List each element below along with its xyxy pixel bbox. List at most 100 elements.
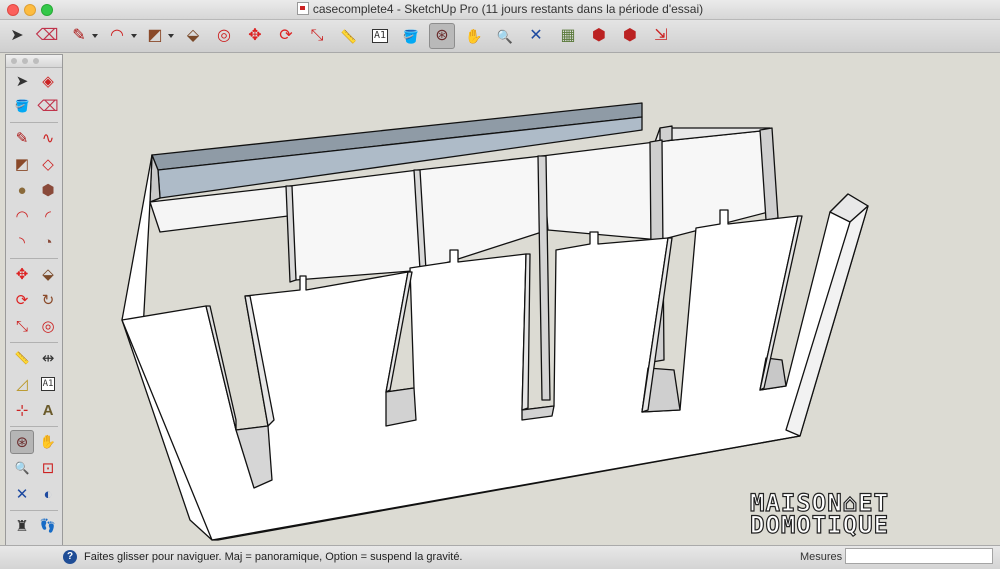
modeling-viewport[interactable]: MAISON⌂ET DOMOTIQUE	[64, 53, 1000, 545]
palette-rotated-rectangle-button[interactable]: ◇	[36, 152, 60, 176]
palette-freehand-button[interactable]: ∿	[36, 126, 60, 150]
palette-walk-button[interactable]: 👣	[36, 514, 60, 538]
palette-select-button[interactable]: ➤	[10, 69, 34, 93]
logo-line-2: DOMOTIQUE	[749, 511, 890, 539]
pencil-dropdown-arrow[interactable]	[92, 34, 98, 38]
palette-paint-bucket-button[interactable]: 🪣	[10, 94, 34, 118]
palette-rotate-button[interactable]: ⟳	[10, 288, 34, 312]
palette-zoom-window-button[interactable]: ⊡	[36, 456, 60, 480]
arc-dropdown-arrow[interactable]	[131, 34, 137, 38]
status-hint: Faites glisser pour naviguer. Maj = pano…	[84, 551, 463, 563]
palette-pan-button[interactable]: ✋	[36, 430, 60, 454]
palette-push-pull-button[interactable]: ⬙	[36, 262, 60, 286]
toolbar-pencil-button[interactable]: ✎	[66, 23, 92, 49]
palette-protractor-button[interactable]: ◿	[10, 372, 34, 396]
palette-axes-button[interactable]: ⊹	[10, 398, 34, 422]
rotate-icon: ⟳	[279, 27, 293, 44]
palette-text-button[interactable]: A1	[36, 372, 60, 396]
palette-two-point-arc-button[interactable]: ◜	[36, 204, 60, 228]
zoom-window-icon: ⊡	[41, 460, 55, 477]
palette-pie-button[interactable]: ◔	[36, 230, 60, 254]
palette-zoom-button[interactable]	[33, 58, 39, 64]
text-icon: A1	[371, 29, 389, 43]
palette-tape-measure-button[interactable]: 📏	[10, 346, 34, 370]
toolbar-geo-location-button[interactable]: ▦	[555, 23, 581, 49]
palette-follow-me-button[interactable]: ↻	[36, 288, 60, 312]
palette-move-button[interactable]: ✥	[10, 262, 34, 286]
tape-measure-icon: 📏	[340, 28, 358, 44]
palette-offset-button[interactable]: ◎	[36, 314, 60, 338]
toolbar-rectangle-button[interactable]: ◩	[142, 23, 168, 49]
palette-polygon-button[interactable]: ⬢	[36, 178, 60, 202]
zoom-icon: 🔍	[14, 461, 30, 475]
palette-separator	[10, 342, 58, 343]
push-pull-icon: ⬙	[186, 27, 200, 44]
minimize-window-button[interactable]	[24, 4, 36, 16]
palette-close-button[interactable]	[11, 58, 17, 64]
scale-icon: ⤡	[310, 27, 324, 44]
palette-circle-button[interactable]: ●	[10, 178, 34, 202]
palette-position-camera-button[interactable]: ♜	[10, 514, 34, 538]
paint-bucket-icon: 🪣	[14, 99, 30, 113]
toolbar-arc-button[interactable]: ◠	[104, 23, 130, 49]
offset-icon: ◎	[41, 318, 55, 335]
freehand-icon: ∿	[41, 130, 55, 147]
close-window-button[interactable]	[7, 4, 19, 16]
palette-separator	[10, 122, 58, 123]
toolbar-eraser-button[interactable]: ⌫	[34, 23, 60, 49]
back-divider	[541, 141, 661, 241]
toolbar-orbit-button[interactable]: ⊛	[429, 23, 455, 49]
maison-et-domotique-logo: MAISON⌂ET DOMOTIQUE	[749, 490, 960, 539]
toolbar-pan-button[interactable]: ✋	[461, 23, 487, 49]
palette-separator	[10, 258, 58, 259]
palette-orbit-button[interactable]: ⊛	[10, 430, 34, 454]
toolbar-3d-warehouse-button[interactable]: ⬢	[586, 23, 612, 49]
rectangle-dropdown-arrow[interactable]	[168, 34, 174, 38]
toolbar-paint-bucket-button[interactable]: 🪣	[398, 23, 424, 49]
palette-previous-view-button[interactable]: ◐	[36, 482, 60, 506]
rectangle-icon: ◩	[147, 27, 163, 44]
3d-model-drawing	[121, 102, 869, 541]
measurements-label: Mesures	[800, 551, 843, 563]
palette-title-bar[interactable]	[6, 55, 62, 68]
rectangle-icon: ◩	[14, 156, 30, 173]
toolbar-move-button[interactable]: ✥	[242, 23, 268, 49]
toolbar-select-button[interactable]: ➤	[4, 23, 30, 49]
maximize-window-button[interactable]	[41, 4, 53, 16]
toolbar-offset-button[interactable]: ◎	[211, 23, 237, 49]
help-icon[interactable]: ?	[63, 550, 77, 564]
palette-eraser-button[interactable]: ⌫	[36, 94, 60, 118]
toolbar-tape-measure-button[interactable]: 📏	[336, 23, 362, 49]
pencil-icon: ✎	[72, 27, 86, 44]
palette-rectangle-button[interactable]: ◩	[10, 152, 34, 176]
palette-arc-button[interactable]: ◠	[10, 204, 34, 228]
palette-zoom-button[interactable]: 🔍	[10, 456, 34, 480]
toolbar-zoom-extents-button[interactable]: ✕	[523, 23, 549, 49]
orbit-icon: ⊛	[15, 434, 29, 451]
toolbar-share-model-button[interactable]: ⬢	[617, 23, 643, 49]
toolbar-zoom-button[interactable]: 🔍	[492, 23, 518, 49]
toolbar-push-pull-button[interactable]: ⬙	[180, 23, 206, 49]
palette-zoom-extents-button[interactable]: ✕	[10, 482, 34, 506]
palette-make-component-button[interactable]: ◈	[36, 69, 60, 93]
protractor-icon: ◿	[16, 376, 28, 393]
slot-bottom	[385, 387, 417, 427]
measurements-input[interactable]	[845, 548, 993, 564]
toolbar-text-button[interactable]: A1	[367, 23, 393, 49]
palette-scale-button[interactable]: ⤡	[10, 314, 34, 338]
toolbar-scale-button[interactable]: ⤡	[304, 23, 330, 49]
toolbar-rotate-button[interactable]: ⟳	[273, 23, 299, 49]
3d-text-icon: A	[42, 401, 54, 419]
palette-minimize-button[interactable]	[22, 58, 28, 64]
pan-icon: ✋	[465, 28, 483, 44]
palette-line-button[interactable]: ✎	[10, 126, 34, 150]
back-divider	[289, 169, 425, 281]
main-toolbar: ➤ ⌫ ✎ ◠ ◩ ⬙ ◎ ✥ ⟳ ⤡ 📏 A1 🪣 ⊛ ✋ 🔍 ✕ ▦ ⬢ ⬢…	[0, 20, 1000, 53]
zoom-extents-icon: ✕	[15, 486, 29, 503]
palette-3d-text-button[interactable]: A	[36, 398, 60, 422]
palette-three-point-arc-button[interactable]: ◝	[10, 230, 34, 254]
palette-dimension-button[interactable]: ⇹	[36, 346, 60, 370]
toolbar-extension-warehouse-button[interactable]: ⇲	[648, 23, 674, 49]
circle-icon: ●	[17, 181, 27, 199]
dimension-icon: ⇹	[41, 350, 55, 367]
